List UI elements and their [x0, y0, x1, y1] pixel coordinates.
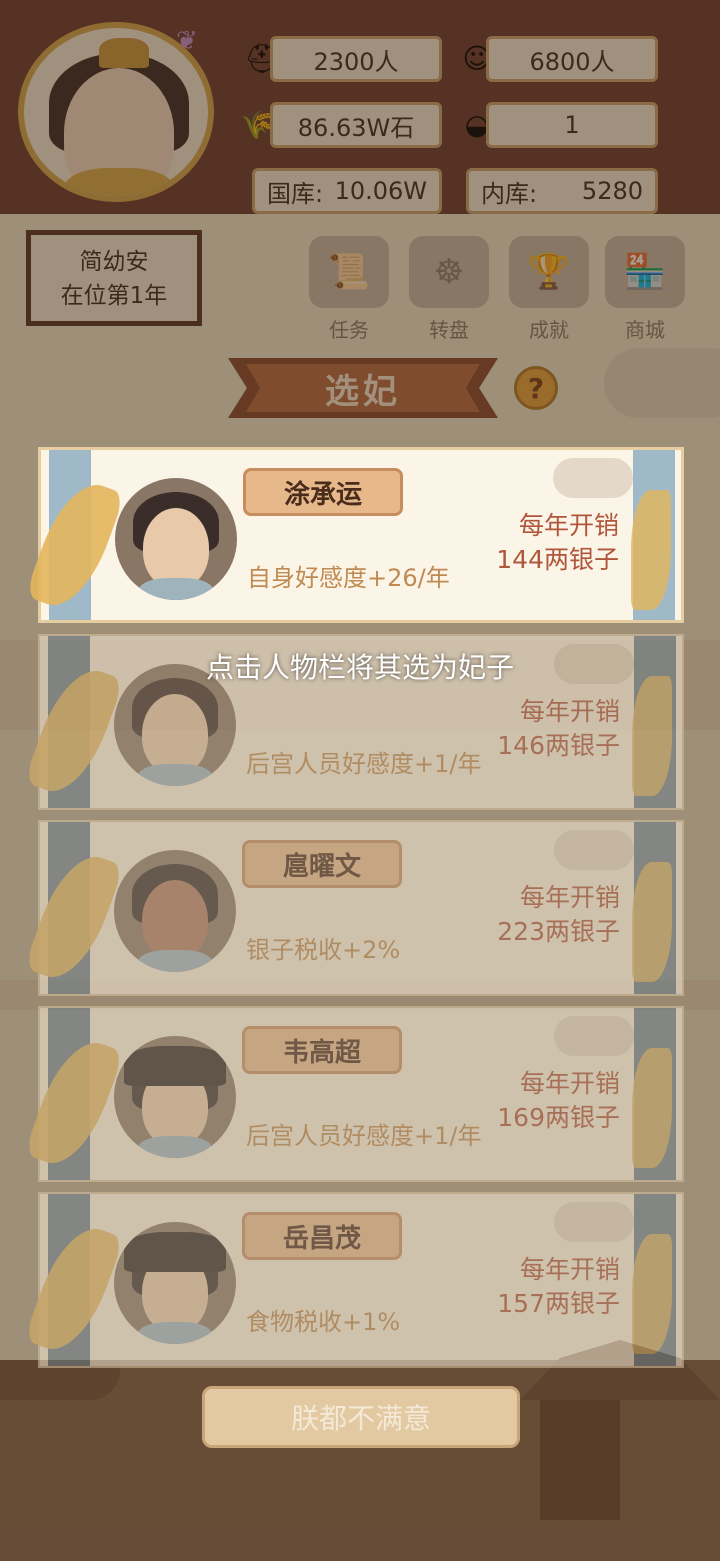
feather-icon	[23, 845, 125, 989]
reject-all-button[interactable]: 朕都不满意	[202, 1386, 520, 1448]
hat-icon	[124, 1046, 226, 1086]
wheel-icon: ☸	[409, 236, 489, 308]
side-panel-tab[interactable]	[604, 348, 720, 418]
wave-decoration	[632, 1048, 672, 1168]
population-stat: 6800人	[486, 36, 658, 82]
cost-label: 每年开销	[519, 697, 620, 726]
candidate-portrait	[114, 1036, 236, 1158]
hall-shape	[540, 1400, 620, 1520]
task-label: 任务	[329, 318, 369, 342]
wave-decoration	[632, 862, 672, 982]
treasury-value: 10.06W	[334, 177, 427, 205]
ruler-name: 简幼安	[79, 249, 149, 275]
feather-icon	[23, 1031, 125, 1175]
shop-button[interactable]: 🏪 商城	[600, 236, 690, 346]
candidate-card[interactable]: 涂承运 自身好感度+26/年 每年开销 144两银子	[24, 447, 684, 623]
hat-icon	[124, 1232, 226, 1272]
candidate-name: 扈曜文	[242, 840, 402, 888]
candidate-portrait	[114, 1222, 236, 1344]
wave-decoration	[631, 490, 671, 610]
cost-label: 每年开销	[519, 883, 620, 912]
butterfly-icon: ❦	[176, 26, 198, 56]
candidate-portrait	[115, 478, 237, 600]
portrait-face	[142, 694, 208, 774]
candidate-name: 韦高超	[242, 1026, 402, 1074]
candidate-effect: 食物税收+1%	[246, 1308, 401, 1336]
soldiers-stat: 2300人	[270, 36, 442, 82]
tutorial-hint: 点击人物栏将其选为妃子	[205, 651, 514, 684]
portrait-body	[138, 950, 212, 972]
portrait-body	[139, 578, 213, 600]
portrait-face	[142, 880, 208, 960]
cost-value: 169两银子	[497, 1103, 620, 1132]
candidate-card[interactable]: 扈曜文 银子税收+2% 每年开销 223两银子	[23, 820, 684, 996]
cloud-decoration	[554, 830, 634, 870]
cost-value: 223两银子	[497, 917, 620, 946]
portrait-body	[138, 1322, 212, 1344]
cost-value: 146两银子	[497, 731, 620, 760]
inner-treasury-value: 5280	[581, 177, 643, 205]
portrait-body	[138, 764, 212, 786]
shop-label: 商城	[625, 318, 665, 342]
cloud-decoration	[553, 458, 633, 498]
wheel-button[interactable]: ☸ 转盘	[404, 236, 494, 346]
cost-label: 每年开销	[519, 1255, 620, 1284]
portrait-face	[143, 508, 209, 588]
inner-treasury-label: 内库:	[481, 179, 538, 208]
candidate-card[interactable]: 岳昌茂 食物税收+1% 每年开销 157两银子	[23, 1192, 684, 1368]
page-title: 选妃	[246, 364, 480, 412]
candidate-effect: 后宫人员好感度+1/年	[246, 1122, 482, 1150]
candidate-effect: 银子税收+2%	[246, 936, 401, 964]
task-button[interactable]: 📜 任务	[304, 236, 394, 346]
ruler-reign: 在位第1年	[60, 283, 168, 309]
trophy-icon: 🏆	[509, 236, 589, 308]
cloud-decoration	[554, 1016, 634, 1056]
treasury-stat: 国库: 10.06W	[252, 168, 442, 214]
cost-value: 157两银子	[497, 1289, 620, 1318]
candidate-effect: 自身好感度+26/年	[247, 564, 450, 592]
wheel-label: 转盘	[429, 318, 469, 342]
feather-icon	[24, 473, 126, 617]
candidate-name: 岳昌茂	[242, 1212, 402, 1260]
portrait-body	[138, 1136, 212, 1158]
wave-decoration	[632, 1234, 672, 1354]
cost-value: 144两银子	[496, 545, 619, 574]
candidate-card[interactable]: 韦高超 后宫人员好感度+1/年 每年开销 169两银子	[23, 1006, 684, 1182]
inner-treasury-stat: 内库: 5280	[466, 168, 658, 214]
cloud-decoration	[554, 1202, 634, 1242]
candidate-portrait	[114, 850, 236, 972]
candidate-effect: 后宫人员好感度+1/年	[246, 750, 482, 778]
ruler-plaque: 简幼安 在位第1年	[26, 230, 202, 326]
feather-icon	[23, 1217, 125, 1361]
cost-label: 每年开销	[518, 511, 619, 540]
crown-icon	[99, 38, 149, 68]
candidate-name: 涂承运	[243, 468, 403, 516]
achievement-button[interactable]: 🏆 成就	[504, 236, 594, 346]
food-stat: 86.63W石	[270, 102, 442, 148]
cost-label: 每年开销	[519, 1069, 620, 1098]
achievement-label: 成就	[529, 318, 569, 342]
help-button[interactable]: ?	[514, 366, 558, 410]
wave-decoration	[632, 676, 672, 796]
shop-icon: 🏪	[605, 236, 685, 308]
gold-ingot-stat: 1	[486, 102, 658, 148]
scroll-icon: 📜	[309, 236, 389, 308]
treasury-label: 国库:	[267, 179, 324, 208]
